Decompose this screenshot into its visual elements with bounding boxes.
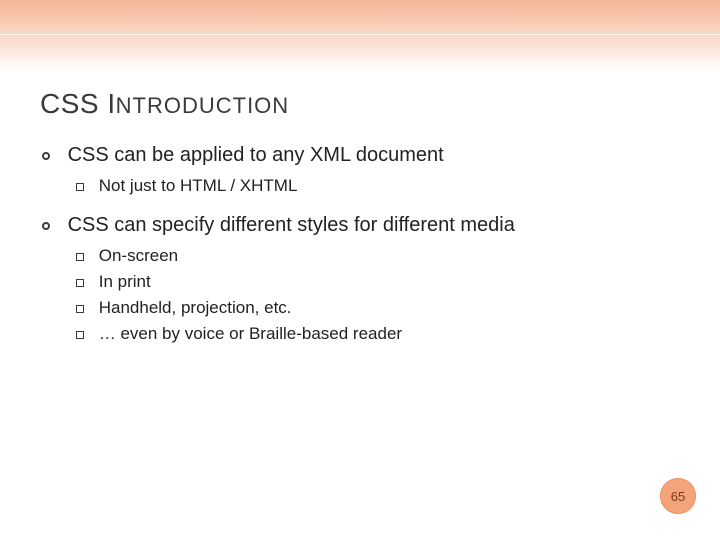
title-word2-cap: I bbox=[107, 88, 115, 119]
bullet-text: … even by voice or Braille-based reader bbox=[99, 324, 402, 343]
bullet-list-level1: CSS can be applied to any XML document N… bbox=[40, 142, 680, 346]
bullet-list-level2: Not just to HTML / XHTML bbox=[42, 175, 680, 198]
title-word2-rest: NTRODUCTION bbox=[116, 93, 290, 118]
list-item: … even by voice or Braille-based reader bbox=[76, 323, 680, 346]
bullet-list-level2: On-screen In print Handheld, projection,… bbox=[42, 245, 680, 346]
list-item: CSS can be applied to any XML document N… bbox=[42, 142, 680, 198]
page-number: 65 bbox=[671, 489, 685, 504]
list-item: CSS can specify different styles for dif… bbox=[42, 212, 680, 346]
list-item: Not just to HTML / XHTML bbox=[76, 175, 680, 198]
slide-content: CSS INTRODUCTION CSS can be applied to a… bbox=[0, 0, 720, 540]
slide-title: CSS INTRODUCTION bbox=[40, 0, 680, 120]
title-word-css: CSS bbox=[40, 88, 99, 119]
list-item: Handheld, projection, etc. bbox=[76, 297, 680, 320]
page-number-badge: 65 bbox=[660, 478, 696, 514]
bullet-text: CSS can be applied to any XML document bbox=[68, 144, 444, 166]
bullet-text: CSS can specify different styles for dif… bbox=[68, 214, 515, 236]
list-item: In print bbox=[76, 271, 680, 294]
bullet-text: In print bbox=[99, 272, 151, 291]
bullet-text: Handheld, projection, etc. bbox=[99, 298, 292, 317]
slide-body: CSS can be applied to any XML document N… bbox=[40, 142, 680, 346]
list-item: On-screen bbox=[76, 245, 680, 268]
bullet-text: Not just to HTML / XHTML bbox=[99, 176, 298, 195]
bullet-text: On-screen bbox=[99, 246, 178, 265]
